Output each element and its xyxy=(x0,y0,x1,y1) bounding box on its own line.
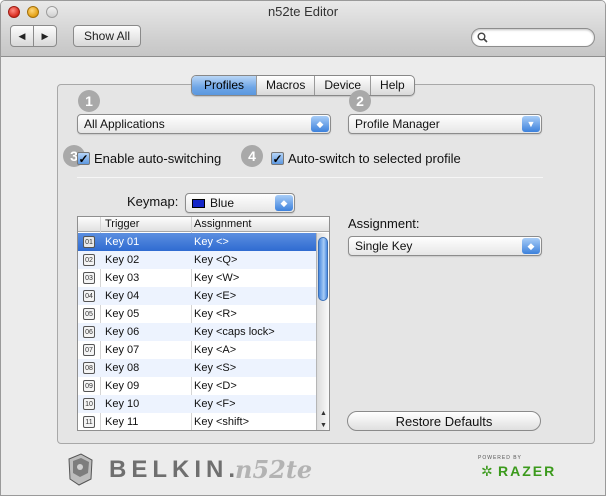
belkin-logo: BELKIN. xyxy=(109,456,240,483)
razer-snake-icon: ✲ xyxy=(481,463,493,479)
show-all-button[interactable]: Show All xyxy=(73,25,141,47)
tab-bar: Profiles Macros Device Help xyxy=(191,75,415,96)
forward-arrow-icon: ▶ xyxy=(41,30,49,41)
profile-popup-value: Profile Manager xyxy=(355,117,440,131)
chevron-down-icon: ▼ xyxy=(522,116,540,132)
step-4-badge: 4 xyxy=(241,145,263,167)
assignment-cell: Key <caps lock> xyxy=(194,326,275,338)
assignment-label: Assignment: xyxy=(348,216,420,231)
key-icon: 03 xyxy=(83,272,95,284)
scroll-down-arrow-icon[interactable]: ▼ xyxy=(317,419,329,430)
application-popup-value: All Applications xyxy=(84,117,165,131)
autoswitch-selected-label: Auto-switch to selected profile xyxy=(288,151,461,166)
assignment-popup[interactable]: Single Key ◆ xyxy=(348,236,542,256)
trigger-cell: Key 08 xyxy=(105,362,140,374)
updown-arrows-icon: ◆ xyxy=(311,116,329,132)
key-icon: 01 xyxy=(83,236,95,248)
trigger-cell: Key 01 xyxy=(105,236,140,248)
assignment-cell: Key <A> xyxy=(194,344,237,356)
keymap-popup[interactable]: Blue ◆ xyxy=(185,193,295,213)
autoswitch-selected-checkbox[interactable]: ✓ Auto-switch to selected profile xyxy=(271,151,461,166)
trigger-cell: Key 06 xyxy=(105,326,140,338)
trigger-cell: Key 09 xyxy=(105,380,140,392)
table-row[interactable]: 09 Key 09 Key <D> xyxy=(78,377,316,395)
table-row[interactable]: 08 Key 08 Key <S> xyxy=(78,359,316,377)
table-row[interactable]: 07 Key 07 Key <A> xyxy=(78,341,316,359)
checkmark-icon: ✓ xyxy=(77,151,90,166)
table-row[interactable]: 06 Key 06 Key <caps lock> xyxy=(78,323,316,341)
divider xyxy=(77,177,543,178)
trigger-cell: Key 10 xyxy=(105,398,140,410)
keymap-label: Keymap: xyxy=(127,194,179,209)
checkmark-icon: ✓ xyxy=(271,151,284,166)
assignment-column-header[interactable]: Assignment xyxy=(194,218,251,230)
table-row[interactable]: 05 Key 05 Key <R> xyxy=(78,305,316,323)
step-1-badge: 1 xyxy=(78,90,100,112)
table-header: Trigger Assignment xyxy=(78,217,329,232)
editor-window: n52te Editor ◀ ▶ Show All Profiles Macro… xyxy=(0,0,606,496)
trigger-cell: Key 07 xyxy=(105,344,140,356)
trigger-cell: Key 02 xyxy=(105,254,140,266)
profile-manager-popup[interactable]: Profile Manager ▼ xyxy=(348,114,542,134)
assignment-popup-value: Single Key xyxy=(355,239,413,253)
vertical-scrollbar[interactable]: ▲ ▼ xyxy=(316,233,329,430)
tab-profiles[interactable]: Profiles xyxy=(192,76,257,95)
assignment-cell: Key <> xyxy=(194,236,229,248)
razer-logo: RAZER xyxy=(498,463,557,479)
title-bar: n52te Editor ◀ ▶ Show All xyxy=(1,1,605,57)
tab-macros[interactable]: Macros xyxy=(256,76,314,95)
powered-by-label: POWERED BY xyxy=(478,455,522,461)
magnifier-icon xyxy=(477,32,488,43)
forward-button[interactable]: ▶ xyxy=(33,25,57,47)
key-icon: 10 xyxy=(83,398,95,410)
keymap-value: Blue xyxy=(210,196,235,210)
trigger-cell: Key 04 xyxy=(105,290,140,302)
n52te-logo: n52te xyxy=(235,455,313,484)
table-row[interactable]: 10 Key 10 Key <F> xyxy=(78,395,316,413)
table-row[interactable]: 01 Key 01 Key <> xyxy=(78,233,316,251)
trigger-cell: Key 11 xyxy=(105,416,139,428)
keymap-color-swatch xyxy=(192,199,205,208)
scroll-up-arrow-icon[interactable]: ▲ xyxy=(317,407,329,419)
assignment-cell: Key <Q> xyxy=(194,254,238,266)
table-row[interactable]: 11 Key 11 Key <shift> xyxy=(78,413,316,430)
assignment-cell: Key <R> xyxy=(194,308,237,320)
trigger-column-header[interactable]: Trigger xyxy=(105,218,139,230)
application-popup[interactable]: All Applications ◆ xyxy=(77,114,331,134)
assignment-cell: Key <F> xyxy=(194,398,236,410)
scroll-thumb[interactable] xyxy=(318,237,328,301)
table-row[interactable]: 03 Key 03 Key <W> xyxy=(78,269,316,287)
step-2-badge: 2 xyxy=(349,90,371,112)
key-icon: 05 xyxy=(83,308,95,320)
key-icon: 06 xyxy=(83,326,95,338)
back-button[interactable]: ◀ xyxy=(10,25,34,47)
belkin-keypad-icon xyxy=(68,453,93,486)
updown-arrows-icon: ◆ xyxy=(275,195,293,211)
table-row[interactable]: 02 Key 02 Key <Q> xyxy=(78,251,316,269)
key-icon: 02 xyxy=(83,254,95,266)
trigger-cell: Key 05 xyxy=(105,308,140,320)
enable-autoswitch-checkbox[interactable]: ✓ Enable auto-switching xyxy=(77,151,221,166)
table-row[interactable]: 04 Key 04 Key <E> xyxy=(78,287,316,305)
back-arrow-icon: ◀ xyxy=(18,30,26,41)
search-field[interactable] xyxy=(471,28,595,47)
enable-autoswitch-label: Enable auto-switching xyxy=(94,151,222,166)
assignment-cell: Key <D> xyxy=(194,380,237,392)
key-icon: 11 xyxy=(83,416,95,428)
trigger-table: Trigger Assignment 01 Key 01 Key <> 02 Key 0… xyxy=(77,216,330,431)
assignment-cell: Key <S> xyxy=(194,362,237,374)
key-icon: 07 xyxy=(83,344,95,356)
key-icon: 08 xyxy=(83,362,95,374)
updown-arrows-icon: ◆ xyxy=(522,238,540,254)
restore-defaults-button[interactable]: Restore Defaults xyxy=(347,411,541,431)
tab-help[interactable]: Help xyxy=(370,76,414,95)
assignment-cell: Key <E> xyxy=(194,290,237,302)
key-icon: 09 xyxy=(83,380,95,392)
assignment-cell: Key <shift> xyxy=(194,416,250,428)
trigger-cell: Key 03 xyxy=(105,272,140,284)
key-icon: 04 xyxy=(83,290,95,302)
window-title: n52te Editor xyxy=(267,4,339,19)
assignment-cell: Key <W> xyxy=(194,272,240,284)
